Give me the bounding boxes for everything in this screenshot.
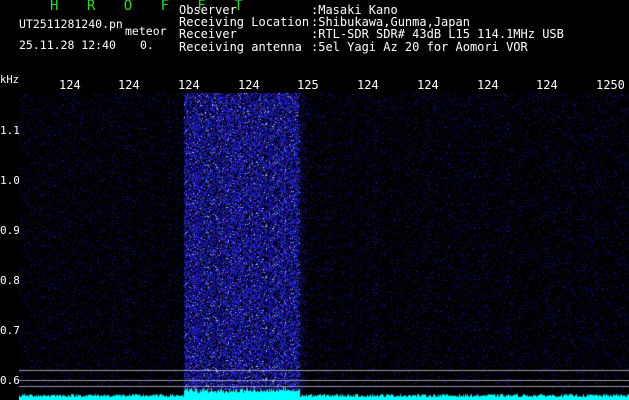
filename-label: UT2511281240.pn xyxy=(19,17,123,31)
y-tick-label: 0.9 xyxy=(0,224,20,237)
y-tick-label: 0.8 xyxy=(0,274,20,287)
spectrogram xyxy=(19,93,629,400)
x-tick-label: 124 xyxy=(477,78,499,92)
x-tick-label: 124 xyxy=(59,78,81,92)
x-tick-label: 1250 xyxy=(596,78,625,92)
meteor-label: meteor xyxy=(125,24,167,38)
y-tick-label: 0.6 xyxy=(0,374,20,387)
y-tick-label: 1.0 xyxy=(0,174,20,187)
station-info: Observer:Masaki Kano Receiving Location:… xyxy=(179,4,564,53)
x-tick-label: 125 xyxy=(297,78,319,92)
meteor-count: 0. xyxy=(140,38,154,52)
x-tick-label: 124 xyxy=(536,78,558,92)
x-tick-label: 124 xyxy=(178,78,200,92)
datetime-label: 25.11.28 12:40 xyxy=(19,38,116,52)
x-tick-label: 124 xyxy=(417,78,439,92)
x-tick-label: 124 xyxy=(118,78,140,92)
x-tick-label: 124 xyxy=(357,78,379,92)
y-tick-label: 0.7 xyxy=(0,324,20,337)
x-tick-label: 124 xyxy=(238,78,260,92)
info-row-antenna: Receiving antenna:5el Yagi Az 20 for Aom… xyxy=(179,39,528,54)
y-tick-label: 1.1 xyxy=(0,124,20,137)
y-axis-unit: kHz xyxy=(0,74,19,86)
